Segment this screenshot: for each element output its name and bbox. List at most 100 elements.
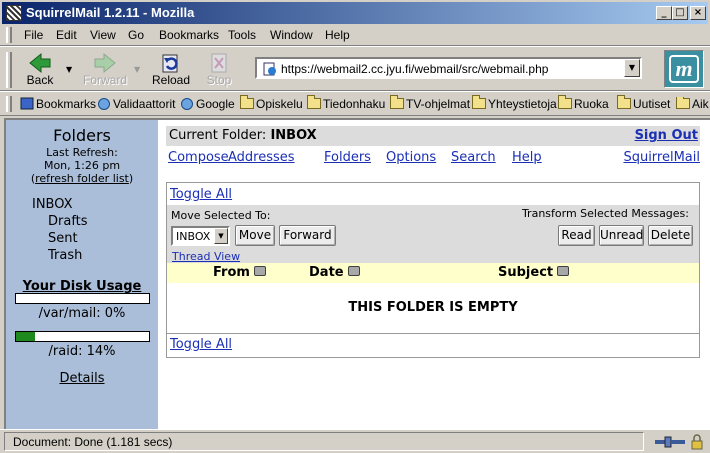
reload-icon xyxy=(162,54,178,73)
maximize-button[interactable]: □ xyxy=(672,6,688,20)
folder-drafts[interactable]: Drafts xyxy=(48,214,88,229)
forward-message-button[interactable]: Forward xyxy=(279,225,336,246)
url-dropdown-icon[interactable]: ▼ xyxy=(624,59,640,77)
move-folder-value: INBOX xyxy=(176,230,211,243)
compose-link[interactable]: Compose xyxy=(168,150,229,165)
folders-title: Folders xyxy=(53,126,111,145)
forward-dropdown-icon[interactable]: ▼ xyxy=(134,66,142,74)
address-bar[interactable]: ▼ xyxy=(255,57,642,79)
bookmark-label: Validaattorit xyxy=(113,97,176,111)
bookmark-menu[interactable]: Bookmarks xyxy=(20,97,96,111)
move-folder-select[interactable]: INBOX ▼ xyxy=(171,226,230,246)
stop-button[interactable]: Stop xyxy=(198,50,240,90)
back-label: Back xyxy=(26,73,54,87)
online-connection-icon[interactable] xyxy=(655,434,685,450)
toolbar-grip[interactable] xyxy=(6,27,12,43)
bookmark-google[interactable]: Google xyxy=(180,97,235,111)
bookmark-aik[interactable]: Aik xyxy=(676,97,710,111)
globe-icon xyxy=(98,98,110,110)
bookmark-ruoka[interactable]: Ruoka xyxy=(558,95,609,111)
addresses-link[interactable]: Addresses xyxy=(228,150,295,165)
unread-button[interactable]: Unread xyxy=(599,225,644,246)
quota-label-var-mail: /var/mail: 0% xyxy=(38,306,126,321)
menu-window[interactable]: Window xyxy=(270,28,313,42)
bookmark-uutiset[interactable]: Uutiset xyxy=(617,95,670,111)
m-logo-icon: m xyxy=(669,55,699,83)
back-button[interactable]: Back xyxy=(18,50,62,90)
last-refresh-label: Last Refresh: xyxy=(46,146,118,159)
close-button[interactable]: × xyxy=(690,6,706,20)
divider xyxy=(167,333,699,334)
bookmark-label: Yhteystietoja xyxy=(488,97,557,111)
sort-icon[interactable] xyxy=(347,266,360,276)
column-from-label: From xyxy=(213,265,250,280)
bookmark-yhteystietoja[interactable]: Yhteystietoja xyxy=(472,95,557,111)
page-icon xyxy=(263,62,276,76)
bookmark-tiedonhaku[interactable]: Tiedonhaku xyxy=(307,95,385,111)
sort-icon[interactable] xyxy=(557,266,570,276)
bookmark-validaattorit[interactable]: Validaattorit xyxy=(97,97,175,111)
read-button[interactable]: Read xyxy=(558,225,595,246)
column-date[interactable]: Date xyxy=(309,265,360,280)
menu-bookmarks[interactable]: Bookmarks xyxy=(159,28,219,42)
message-list-pane: Current Folder: INBOX Sign Out Compose A… xyxy=(166,126,700,426)
folders-link[interactable]: Folders xyxy=(324,150,371,165)
bookmarks-toolbar: Bookmarks Validaattorit Google Opiskelu … xyxy=(0,91,710,116)
folder-trash[interactable]: Trash xyxy=(48,248,82,263)
folder-inbox[interactable]: INBOX xyxy=(32,197,73,212)
empty-folder-message: THIS FOLDER IS EMPTY xyxy=(348,300,518,315)
move-button[interactable]: Move xyxy=(235,225,275,246)
sign-out-link[interactable]: Sign Out xyxy=(635,128,698,143)
bookmark-label: Aik xyxy=(692,97,709,111)
menu-help[interactable]: Help xyxy=(325,28,350,42)
move-selected-label: Move Selected To: xyxy=(171,209,271,222)
menu-file[interactable]: File xyxy=(24,28,43,42)
toolbar-grip[interactable] xyxy=(6,96,12,112)
url-input[interactable] xyxy=(281,61,611,76)
squirrelmail-link[interactable]: SquirrelMail xyxy=(623,150,700,165)
menu-go[interactable]: Go xyxy=(128,28,144,42)
folder-icon xyxy=(558,95,572,109)
current-folder-label: Current Folder: xyxy=(169,128,267,143)
bookmark-opiskelu[interactable]: Opiskelu xyxy=(240,95,303,111)
thread-view-link[interactable]: Thread View xyxy=(172,250,240,263)
status-text: Document: Done (1.181 secs) xyxy=(4,432,644,451)
security-lock-icon[interactable] xyxy=(690,434,704,450)
folder-icon xyxy=(676,97,690,109)
toggle-all-link-bottom[interactable]: Toggle All xyxy=(170,337,232,352)
throbber-logo[interactable]: m xyxy=(664,50,704,88)
select-dropdown-icon[interactable]: ▼ xyxy=(214,228,228,244)
column-from[interactable]: From xyxy=(213,265,266,280)
folder-icon xyxy=(617,95,631,109)
quota-bar-var-mail xyxy=(15,293,150,304)
refresh-folder-list-link[interactable]: refresh folder list xyxy=(35,172,129,185)
column-subject-label: Subject xyxy=(498,265,554,280)
bookmark-label: Opiskelu xyxy=(256,97,303,111)
quota-fill xyxy=(16,332,35,341)
details-link[interactable]: Details xyxy=(6,371,158,386)
toolbar-grip[interactable] xyxy=(6,52,12,88)
reload-button[interactable]: Reload xyxy=(150,50,192,90)
folder-sent[interactable]: Sent xyxy=(48,231,78,246)
back-dropdown-icon[interactable]: ▼ xyxy=(66,66,74,74)
menu-edit[interactable]: Edit xyxy=(56,28,77,42)
stop-icon xyxy=(211,53,227,73)
help-link[interactable]: Help xyxy=(512,150,542,165)
toggle-all-link[interactable]: Toggle All xyxy=(170,187,232,202)
bookmark-tv-ohjelmat[interactable]: TV-ohjelmat xyxy=(390,95,470,111)
current-folder-name: INBOX xyxy=(270,128,317,143)
forward-button[interactable]: Forward xyxy=(82,50,128,90)
options-link[interactable]: Options xyxy=(386,150,436,165)
quota-label-raid: /raid: 14% xyxy=(48,344,116,359)
search-link[interactable]: Search xyxy=(451,150,496,165)
menu-tools[interactable]: Tools xyxy=(228,28,256,42)
back-arrow-icon xyxy=(29,52,51,74)
window-title: SquirrelMail 1.2.11 - Mozilla xyxy=(26,5,195,20)
sort-icon[interactable] xyxy=(253,266,266,276)
minimize-button[interactable]: _ xyxy=(656,6,672,20)
column-date-label: Date xyxy=(309,265,344,280)
last-refresh-time: Mon, 1:26 pm xyxy=(43,159,121,172)
delete-button[interactable]: Delete xyxy=(648,225,693,246)
menu-view[interactable]: View xyxy=(90,28,116,42)
column-subject[interactable]: Subject xyxy=(498,265,570,280)
